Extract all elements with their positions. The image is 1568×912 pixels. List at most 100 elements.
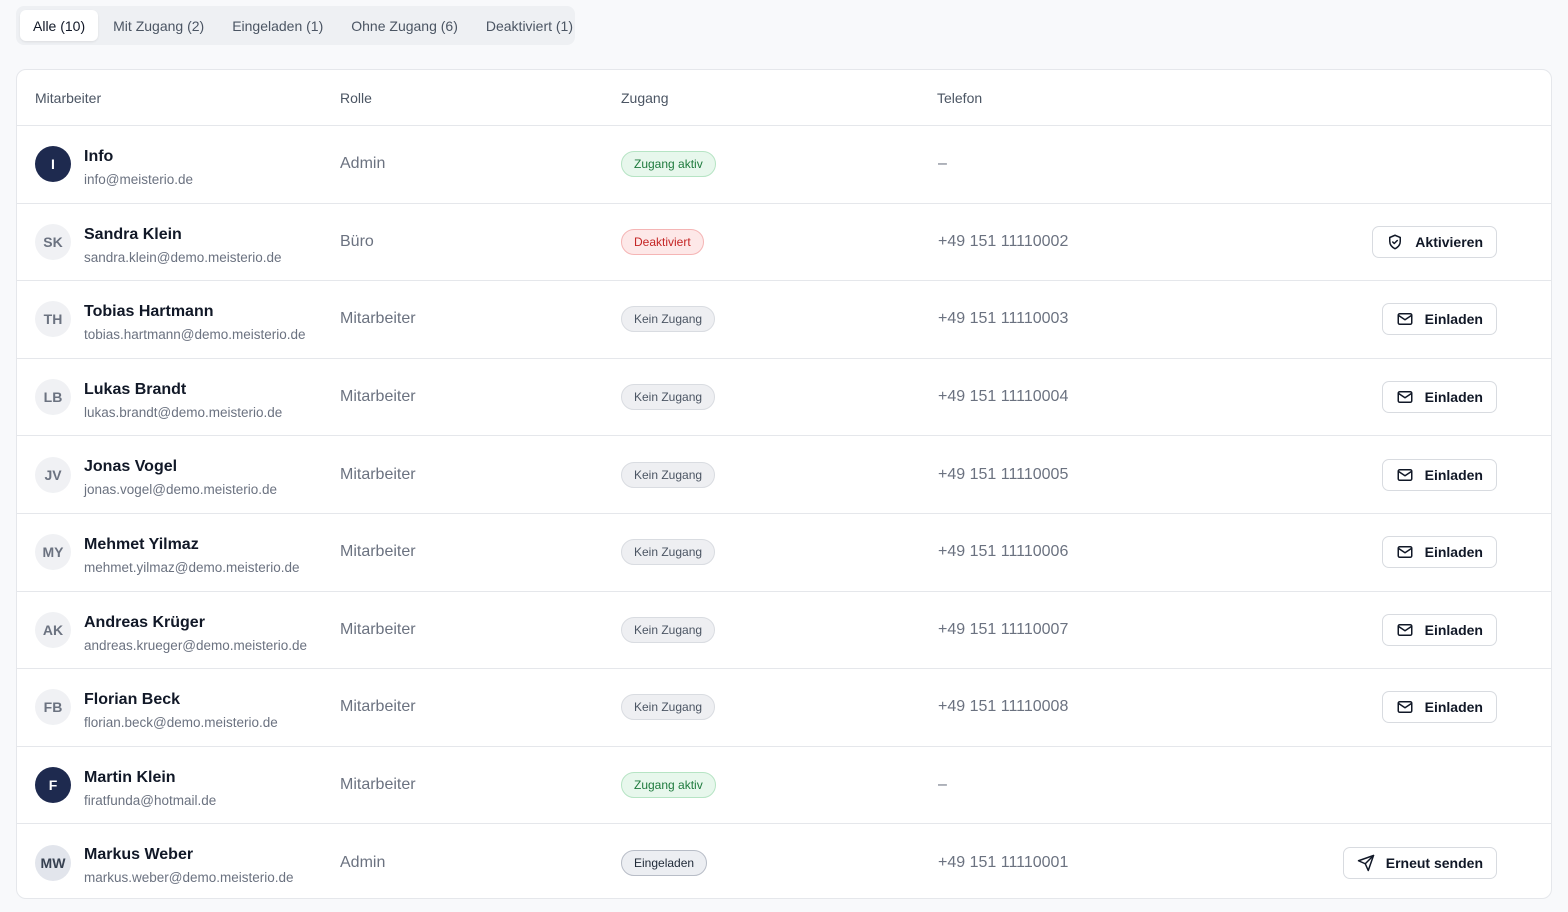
avatar: I [35, 146, 71, 183]
employee-phone: +49 151 11110003 [938, 310, 1069, 328]
employee-email: sandra.klein@demo.meisterio.de [84, 249, 282, 265]
employee-email: andreas.krueger@demo.meisterio.de [84, 637, 308, 653]
status-badge: Kein Zugang [621, 616, 716, 643]
mail-icon [1396, 621, 1414, 639]
employee-role: Mitarbeiter [340, 465, 416, 483]
invite-button[interactable]: Einladen [1381, 458, 1497, 491]
employee-phone: +49 151 11110004 [938, 388, 1069, 406]
table-row: AK Andreas Krüger andreas.krueger@demo.mei… [17, 592, 1551, 670]
table-body: I Info info@meisterio.de Admin Zugang aktiv –… [17, 126, 1551, 898]
send-icon [1357, 854, 1375, 872]
mail-icon [1396, 310, 1414, 328]
employee-phone: +49 151 11110006 [938, 543, 1069, 561]
status-badge: Zugang aktiv [621, 772, 716, 799]
employee-name: Markus Weber [84, 846, 194, 864]
employee-role: Admin [340, 155, 386, 173]
employee-role: Büro [340, 232, 374, 250]
button-label: Erneut senden [1385, 855, 1483, 872]
employee-name: Martin Klein [84, 768, 176, 786]
activate-button[interactable]: Aktivieren [1372, 225, 1497, 258]
header-role: Rolle [340, 90, 372, 106]
status-badge: Eingeladen [621, 850, 708, 877]
employee-phone: +49 151 11110002 [938, 232, 1069, 250]
employee-email: info@meisterio.de [84, 172, 194, 187]
employee-phone: – [938, 155, 947, 173]
invite-button[interactable]: Einladen [1381, 691, 1497, 724]
button-label: Einladen [1424, 466, 1483, 483]
employee-name: Sandra Klein [84, 225, 182, 243]
filter-tabs: Alle (10) Mit Zugang (2) Eingeladen (1) … [16, 6, 575, 45]
tab-with-access[interactable]: Mit Zugang (2) [100, 10, 217, 41]
employee-role: Admin [340, 854, 386, 872]
tab-invited[interactable]: Eingeladen (1) [219, 10, 336, 41]
employee-email: florian.beck@demo.meisterio.de [84, 715, 278, 731]
table-row: FB Florian Beck florian.beck@demo.meisteri… [17, 669, 1551, 747]
invite-button[interactable]: Einladen [1381, 303, 1497, 336]
employee-phone: +49 151 11110007 [938, 620, 1069, 638]
table-header: Mitarbeiter Rolle Zugang Telefon [17, 70, 1551, 126]
mail-icon [1396, 698, 1414, 716]
avatar: TH [35, 301, 71, 338]
table-row: LB Lukas Brandt lukas.brandt@demo.meisteri… [17, 359, 1551, 437]
button-label: Einladen [1424, 311, 1483, 328]
employee-phone: +49 151 11110005 [938, 465, 1069, 483]
employee-email: jonas.vogel@demo.meisterio.de [84, 482, 278, 498]
status-badge: Kein Zugang [621, 694, 716, 721]
employee-email: markus.weber@demo.meisterio.de [84, 870, 294, 886]
table-row: MY Mehmet Yilmaz mehmet.yilmaz@demo.meiste… [17, 514, 1551, 592]
employee-role: Mitarbeiter [340, 310, 416, 328]
avatar: FB [35, 689, 71, 726]
employee-email: firatfunda@hotmail.de [84, 792, 217, 808]
shield-check-icon [1386, 233, 1404, 251]
employee-name: Tobias Hartmann [84, 303, 214, 321]
header-access: Zugang [621, 90, 669, 106]
mail-icon [1396, 466, 1414, 484]
avatar: F [35, 767, 71, 804]
avatar: LB [35, 379, 71, 416]
table-row: F Martin Klein firatfunda@hotmail.de Mitarb… [17, 747, 1551, 825]
avatar: JV [35, 456, 71, 493]
status-badge: Kein Zugang [621, 306, 716, 333]
table-row: MW Markus Weber markus.weber@demo.meisteri… [17, 824, 1551, 898]
employee-phone: +49 151 11110008 [938, 698, 1069, 716]
table-row: TH Tobias Hartmann tobias.hartmann@demo.me… [17, 281, 1551, 359]
employee-name: Jonas Vogel [84, 458, 178, 476]
avatar: MY [35, 534, 71, 571]
employee-email: lukas.brandt@demo.meisterio.de [84, 404, 283, 420]
status-badge: Kein Zugang [621, 539, 716, 566]
employee-name: Florian Beck [84, 691, 181, 709]
mail-icon [1396, 543, 1414, 561]
employee-email: tobias.hartmann@demo.meisterio.de [84, 327, 306, 343]
employee-role: Mitarbeiter [340, 543, 416, 561]
employee-email: mehmet.yilmaz@demo.meisterio.de [84, 559, 300, 575]
header-employee: Mitarbeiter [35, 90, 102, 106]
button-label: Aktivieren [1415, 233, 1483, 250]
table-row: SK Sandra Klein sandra.klein@demo.meisteri… [17, 204, 1551, 282]
invite-button[interactable]: Einladen [1381, 381, 1497, 414]
table-row: JV Jonas Vogel jonas.vogel@demo.meisterio.… [17, 436, 1551, 514]
employee-role: Mitarbeiter [340, 388, 416, 406]
invite-button[interactable]: Einladen [1381, 536, 1497, 569]
employee-name: Mehmet Yilmaz [84, 535, 199, 553]
avatar: SK [35, 223, 71, 260]
employee-name: Andreas Krüger [84, 613, 205, 631]
invite-button[interactable]: Einladen [1381, 613, 1497, 646]
tab-no-access[interactable]: Ohne Zugang (6) [338, 10, 471, 41]
employee-phone: +49 151 11110001 [938, 854, 1069, 872]
header-phone: Telefon [937, 90, 983, 106]
mail-icon [1396, 388, 1414, 406]
button-label: Einladen [1424, 389, 1483, 406]
tab-deactivated[interactable]: Deaktiviert (1) [473, 10, 586, 41]
table-row: I Info info@meisterio.de Admin Zugang aktiv – [17, 126, 1551, 204]
employee-role: Mitarbeiter [340, 776, 416, 794]
employee-role: Mitarbeiter [340, 620, 416, 638]
status-badge: Deaktiviert [621, 228, 704, 255]
employee-table: Mitarbeiter Rolle Zugang Telefon I Info in… [16, 69, 1552, 899]
resend-button[interactable]: Erneut senden [1342, 847, 1497, 880]
employee-phone: – [938, 776, 947, 794]
button-label: Einladen [1424, 699, 1483, 716]
tab-all[interactable]: Alle (10) [20, 10, 99, 41]
employee-name: Info [84, 148, 114, 165]
button-label: Einladen [1424, 621, 1483, 638]
status-badge: Kein Zugang [621, 461, 716, 488]
